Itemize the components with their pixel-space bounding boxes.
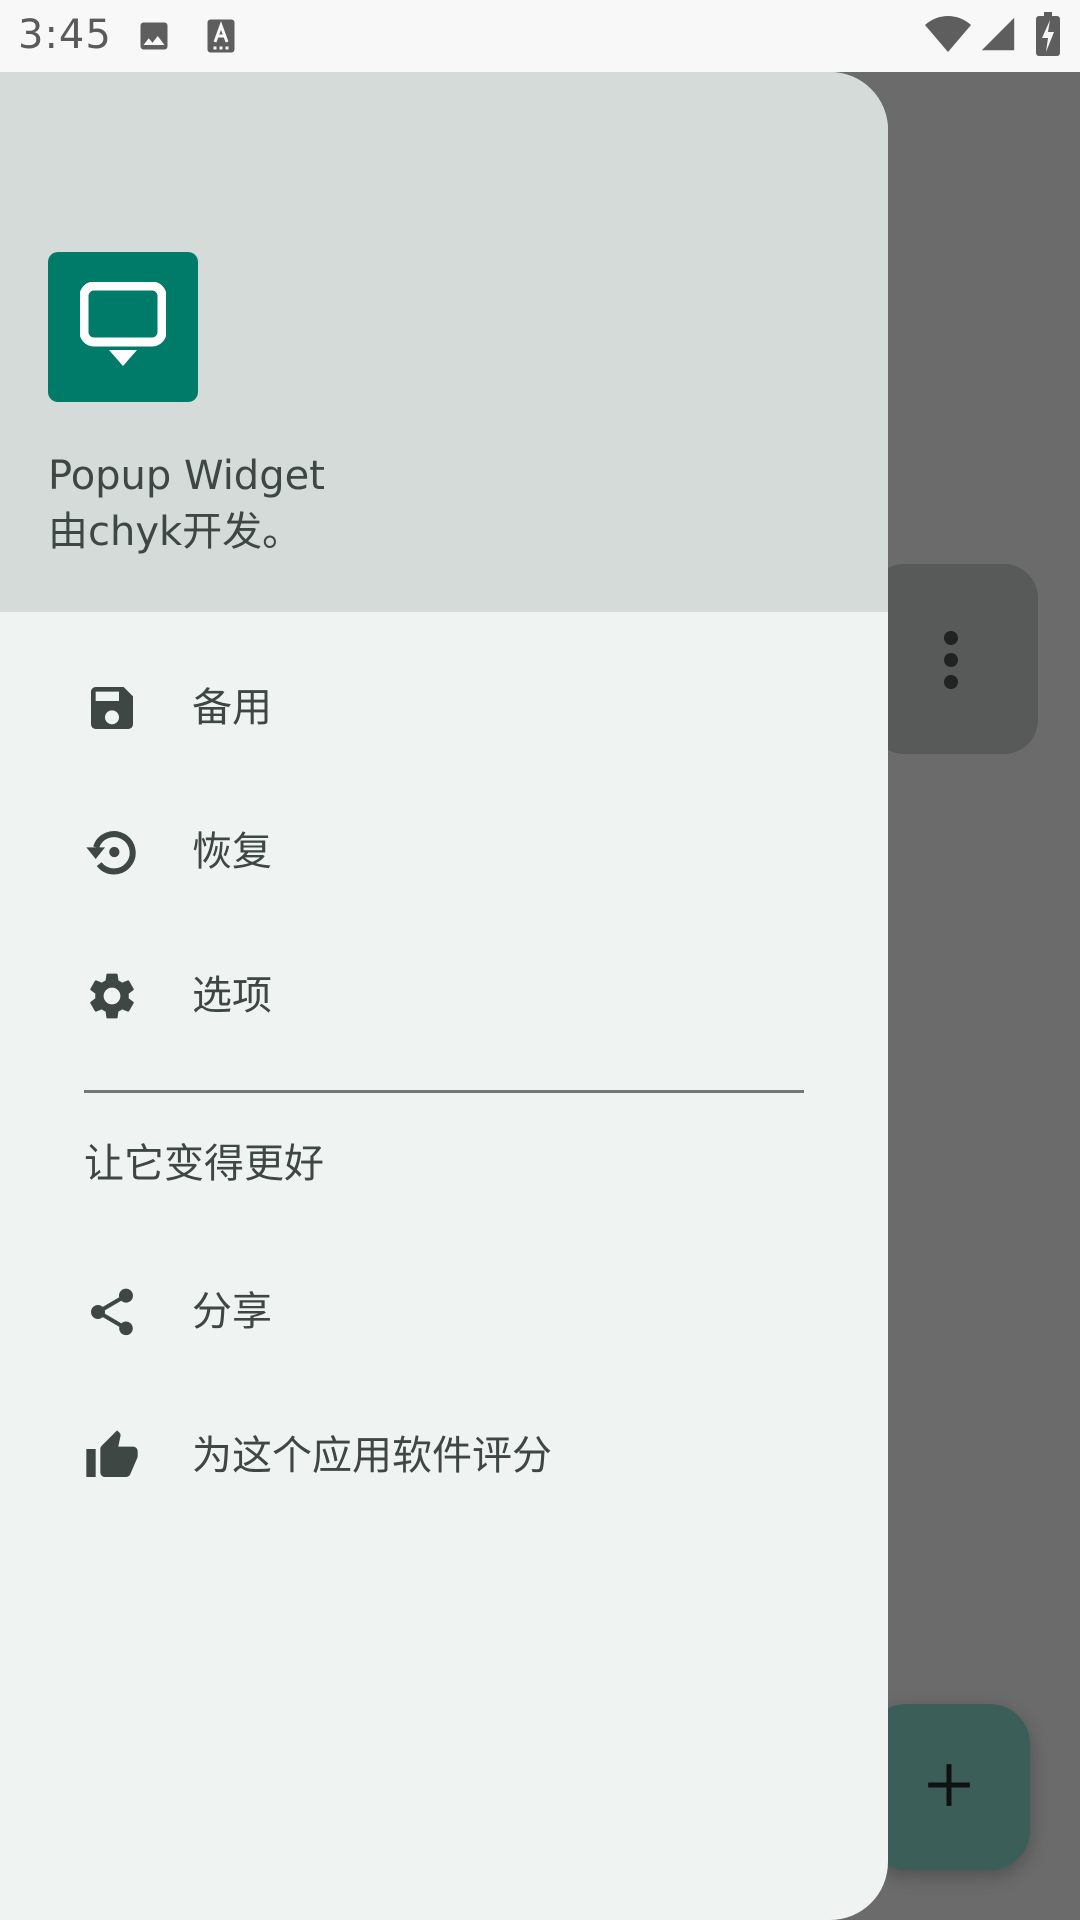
image-icon [140,22,168,50]
divider [84,1090,804,1093]
plus-icon [928,1764,970,1806]
screen: 3:45 Popup Widget 由chyk开发。 备用 恢复 选项 让它变得… [0,0,1080,1920]
menu-item-label: 选项 [192,973,272,1019]
menu-item-label: 恢复 [192,829,272,875]
navigation-drawer: Popup Widget 由chyk开发。 备用 恢复 选项 让它变得更好 分享… [0,72,888,1920]
menu-item-rate-app[interactable]: 为这个应用软件评分 [0,1396,888,1516]
more-vertical-icon [944,631,958,689]
settings-icon [90,973,134,1019]
app-logo [48,252,198,402]
app-name: Popup Widget [48,453,325,499]
status-time: 3:45 [18,12,112,58]
monitor-pin-icon [80,282,166,366]
menu-item-share[interactable]: 分享 [0,1252,888,1372]
save-icon [91,687,133,729]
add-fab-button[interactable] [866,1704,1030,1870]
wifi-icon [925,16,971,52]
battery-charging-icon [1036,12,1060,56]
menu-item-label: 分享 [192,1289,272,1335]
drawer-header: Popup Widget 由chyk开发。 [0,72,888,612]
menu-item-label: 备用 [192,685,272,731]
menu-item-label: 为这个应用软件评分 [192,1433,552,1479]
menu-item-restore[interactable]: 恢复 [0,792,888,912]
thumb-up-icon [86,1430,138,1477]
menu-item-backup[interactable]: 备用 [0,648,888,768]
developer-credit: 由chyk开发。 [48,509,303,555]
status-bar: 3:45 [0,0,1080,72]
menu-item-settings[interactable]: 选项 [0,936,888,1056]
restore-icon [86,831,136,875]
share-icon [91,1288,133,1336]
text-a-icon [207,19,235,53]
section-title: 让它变得更好 [84,1141,324,1187]
cell-signal-icon [981,17,1015,51]
